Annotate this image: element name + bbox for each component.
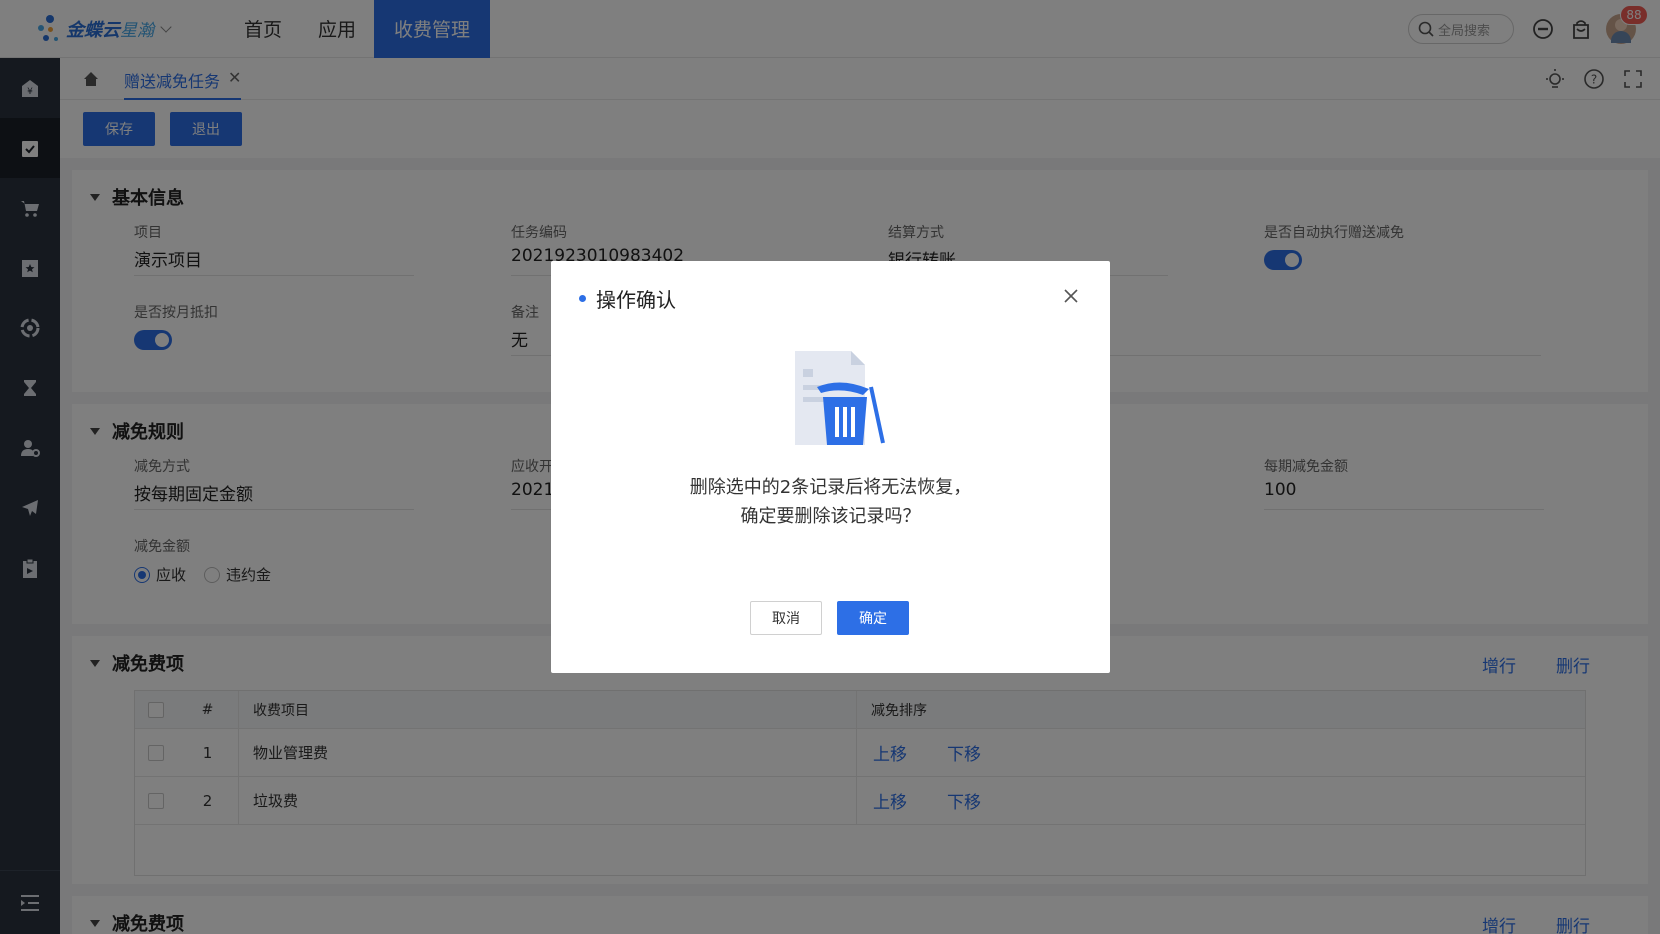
- cancel-button[interactable]: 取消: [750, 601, 822, 635]
- close-icon[interactable]: [1062, 287, 1080, 305]
- dialog-message: 删除选中的2条记录后将无法恢复， 确定要删除该记录吗？: [689, 477, 972, 527]
- confirm-button[interactable]: 确定: [837, 601, 909, 635]
- title-dot-icon: [579, 295, 586, 302]
- confirm-dialog: 操作确认 删除选中的2条记录后将无法恢复， 确定要删除该记录吗？ 取消 确定: [551, 261, 1110, 673]
- delete-trash-icon: [791, 349, 891, 453]
- dialog-title: 操作确认: [579, 284, 676, 313]
